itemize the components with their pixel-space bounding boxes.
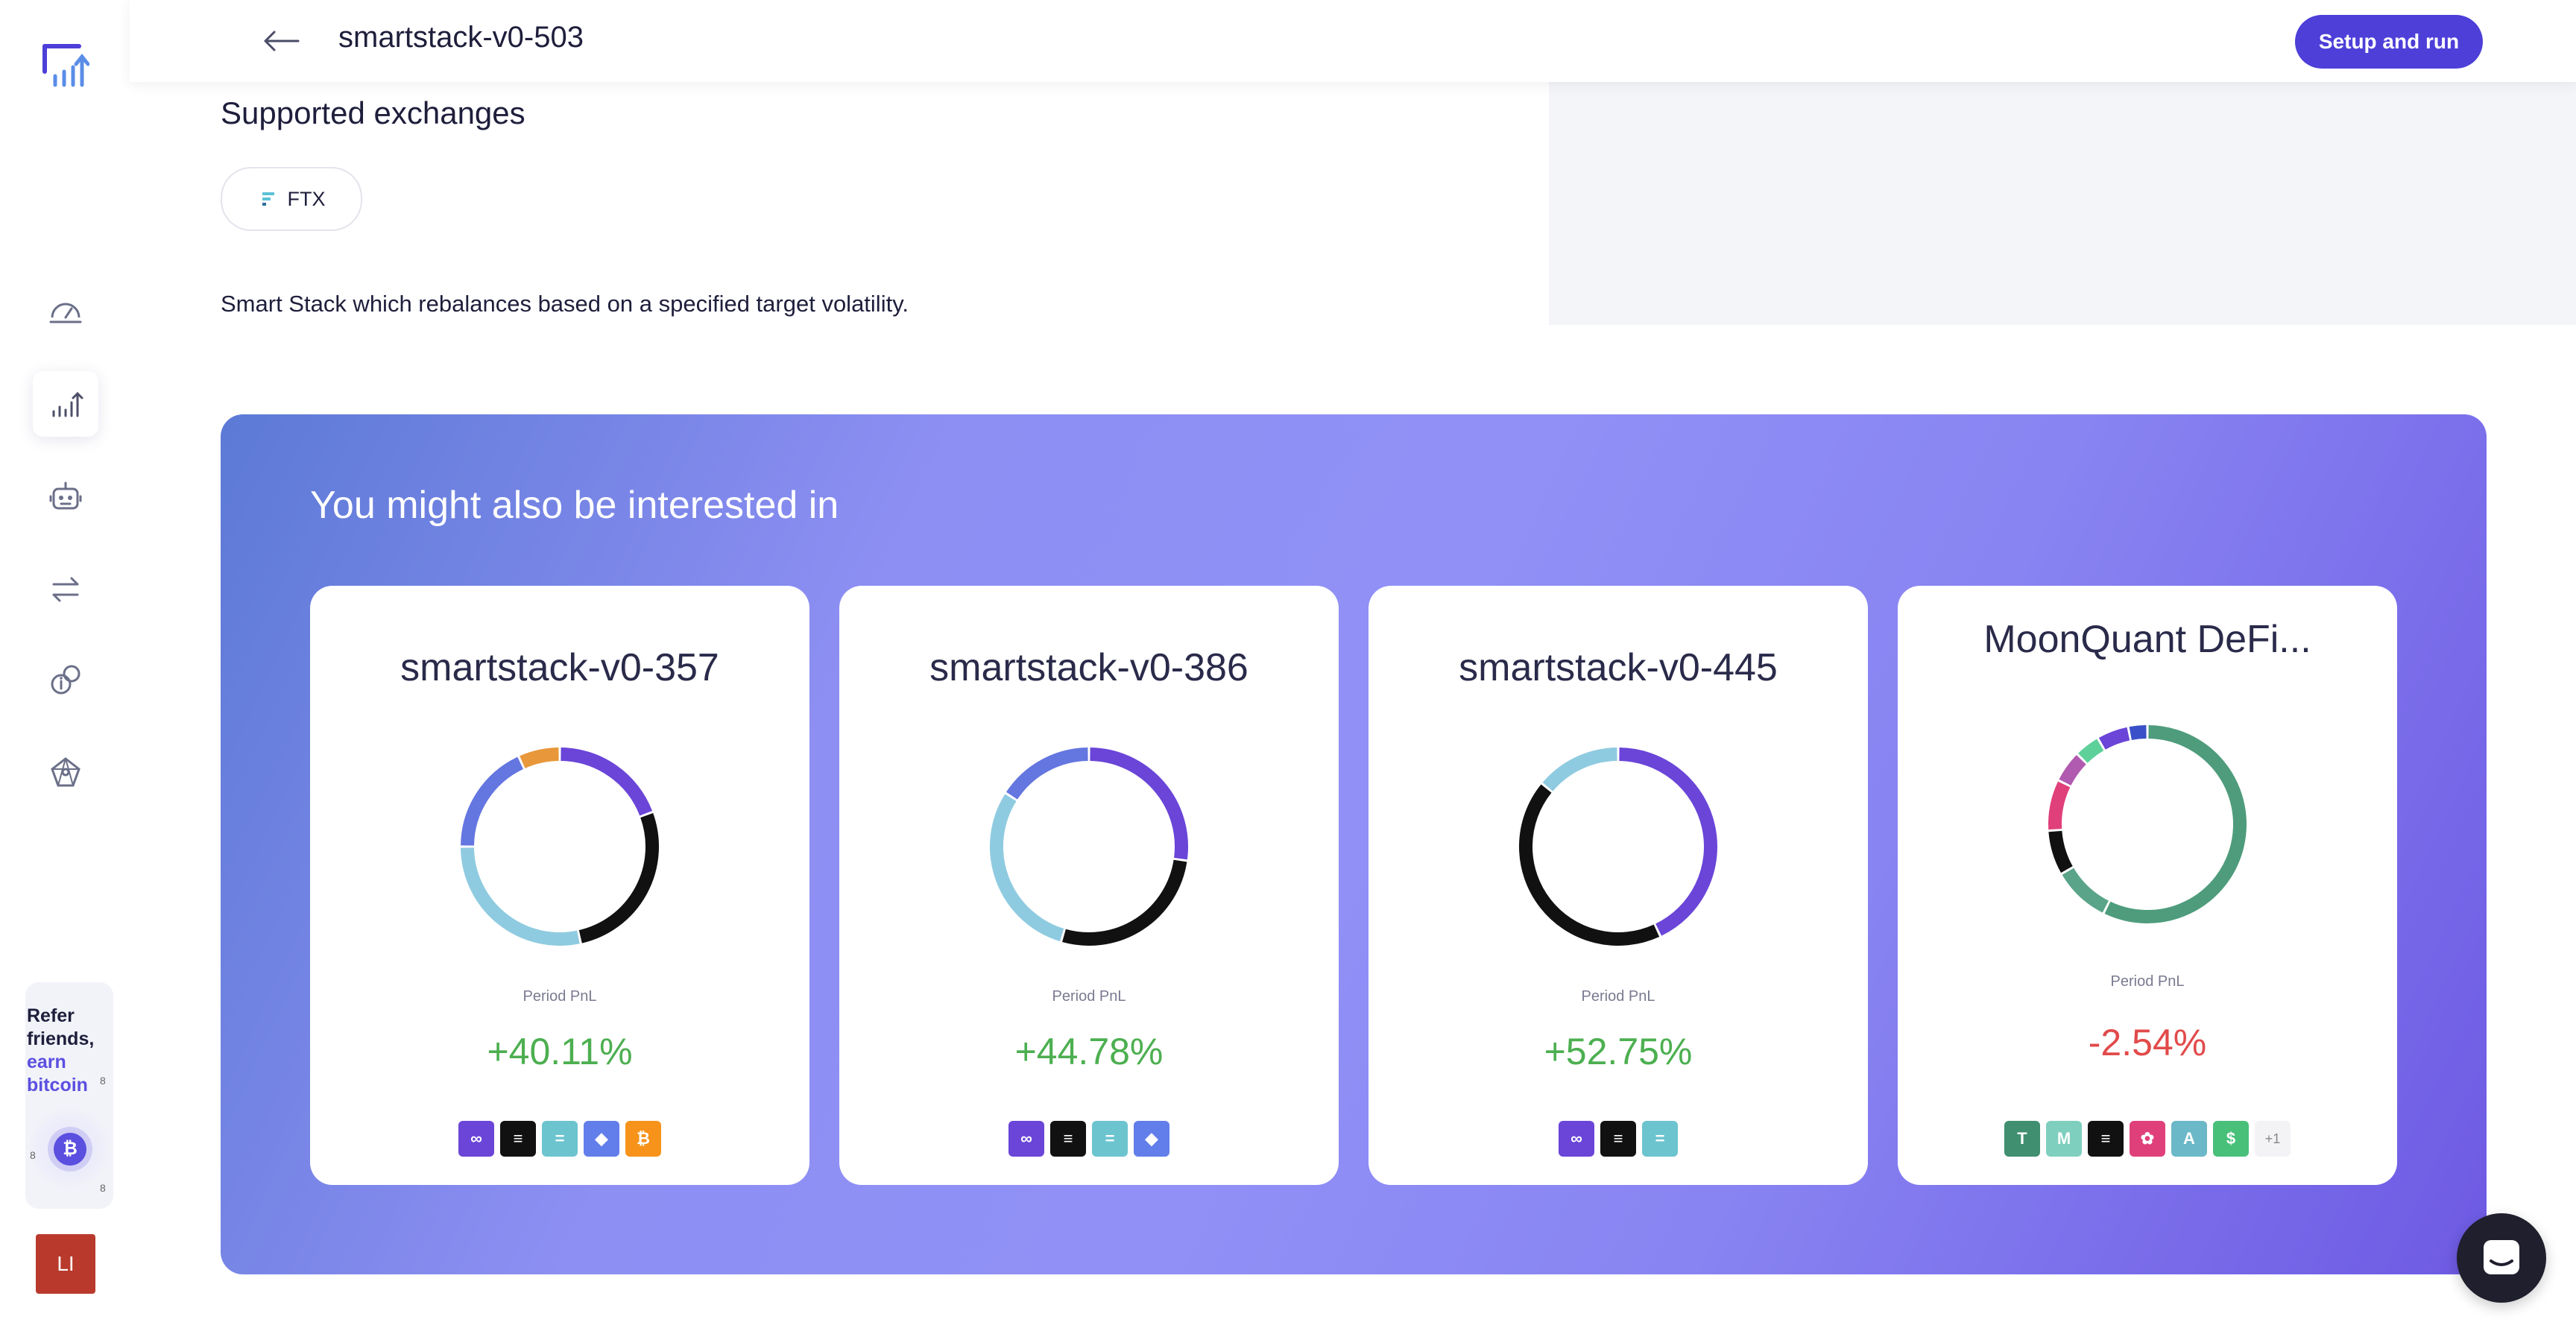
donut-segment xyxy=(561,747,653,816)
nav-bots[interactable] xyxy=(33,464,98,529)
strategy-card[interactable]: MoonQuant DeFi... Period PnL -2.54% T M ≡ ✿… xyxy=(1898,586,2397,1185)
orbit-dot: 8 xyxy=(100,1075,106,1087)
coin-icon: ∞ xyxy=(458,1121,494,1157)
allocation-donut xyxy=(990,747,1188,946)
strategy-card[interactable]: smartstack-v0-445 Period PnL +52.75% ∞ ≡ = xyxy=(1368,586,1868,1185)
exchange-label: FTX xyxy=(287,187,326,210)
nav-strategies[interactable] xyxy=(33,371,98,437)
pnl-value: +44.78% xyxy=(1014,1031,1164,1072)
donut-segment xyxy=(2048,781,2071,830)
more-coins-badge: +1 xyxy=(2255,1121,2291,1157)
allocation-donut xyxy=(1519,747,1717,946)
allocation-donut xyxy=(461,747,659,946)
coin-icon: $ xyxy=(2213,1121,2249,1157)
coin-icon: ∞ xyxy=(1559,1121,1594,1157)
coin-icons: T M ≡ ✿ A $ +1 xyxy=(1898,1121,2397,1157)
donut-segment xyxy=(1542,747,1617,791)
coin-icon: ✿ xyxy=(2130,1121,2165,1157)
pnl-label: Period PnL xyxy=(2110,973,2185,990)
coin-icon: ≡ xyxy=(2088,1121,2124,1157)
chart-logo-icon[interactable] xyxy=(42,42,89,89)
bot-icon xyxy=(49,481,82,510)
pnl-label: Period PnL xyxy=(1581,988,1655,1005)
refer-text: Refer friends, earn bitcoin xyxy=(27,1005,95,1096)
coin-icon: ≡ xyxy=(1600,1121,1636,1157)
donut-segment xyxy=(1090,747,1188,860)
coin-icon: M xyxy=(2046,1121,2082,1157)
chat-bubble-icon xyxy=(2484,1240,2519,1274)
nav-info[interactable] xyxy=(33,647,98,712)
nav-network[interactable] xyxy=(33,739,98,805)
ftx-icon xyxy=(262,192,274,206)
refer-friends-card[interactable]: Refer friends, earn bitcoin ₿ 8 8 8 xyxy=(25,982,113,1209)
coin-icon: T xyxy=(2004,1121,2040,1157)
orbit-dot: 8 xyxy=(100,1182,106,1194)
bitcoin-icon: ₿ xyxy=(54,1133,86,1166)
user-avatar[interactable]: LI xyxy=(36,1234,95,1294)
pnl-label: Period PnL xyxy=(1052,988,1126,1005)
coin-icon: A xyxy=(2171,1121,2207,1157)
coin-icon: = xyxy=(1092,1121,1128,1157)
coin-icon: ∞ xyxy=(1008,1121,1044,1157)
donut-segment xyxy=(2129,725,2147,740)
swap-arrows-icon xyxy=(52,577,79,602)
strategy-description: Smart Stack which rebalances based on a … xyxy=(221,291,909,317)
orbit-dot: 8 xyxy=(30,1149,36,1161)
pnl-value: -2.54% xyxy=(2088,1022,2207,1063)
donut-segment xyxy=(2062,867,2109,913)
coin-icon: ◆ xyxy=(1134,1121,1169,1157)
donut-segment xyxy=(461,847,580,946)
chart-panel xyxy=(1549,82,2576,325)
coin-icon: ≡ xyxy=(1050,1121,1086,1157)
top-bar: smartstack-v0-503 Setup and run xyxy=(130,0,2576,82)
supported-exchanges-title: Supported exchanges xyxy=(221,95,525,130)
card-title: MoonQuant DeFi... xyxy=(1983,618,2311,661)
donut-segment xyxy=(2104,725,2247,923)
related-title: You might also be interested in xyxy=(310,484,839,527)
donut-segment xyxy=(578,813,659,943)
coin-icons: ∞ ≡ = ◆ xyxy=(839,1121,1339,1157)
network-star-icon xyxy=(51,757,80,787)
pnl-value: +52.75% xyxy=(1544,1031,1693,1072)
coin-icon: = xyxy=(542,1121,578,1157)
bitcoin-orbit: ₿ xyxy=(28,1107,110,1189)
coin-icon: = xyxy=(1642,1121,1678,1157)
pnl-value: +40.11% xyxy=(487,1031,633,1072)
nav-trade[interactable] xyxy=(33,556,98,622)
setup-and-run-button[interactable]: Setup and run xyxy=(2295,15,2483,69)
donut-segment xyxy=(461,756,524,846)
sidebar: Refer friends, earn bitcoin ₿ 8 8 8 LI xyxy=(0,0,130,1334)
card-title: smartstack-v0-386 xyxy=(929,646,1248,689)
allocation-donut xyxy=(2048,725,2247,923)
card-title: smartstack-v0-357 xyxy=(400,646,719,689)
strategies-chart-icon xyxy=(52,391,83,417)
donut-segment xyxy=(990,794,1064,942)
donut-segment xyxy=(2098,727,2130,750)
strategy-card[interactable]: smartstack-v0-357 Period PnL +40.11% ∞ ≡ =… xyxy=(310,586,809,1185)
chat-launcher[interactable] xyxy=(2457,1213,2546,1303)
donut-segment xyxy=(1519,784,1660,946)
info-coin-icon xyxy=(51,665,80,695)
nav-dashboard[interactable] xyxy=(33,277,98,343)
donut-segment xyxy=(520,747,559,768)
coin-icon: ₿ xyxy=(625,1121,661,1157)
coin-icons: ∞ ≡ = xyxy=(1368,1121,1868,1157)
donut-segment xyxy=(2059,755,2086,786)
arrow-left-icon[interactable] xyxy=(261,22,303,60)
coin-icons: ∞ ≡ = ◆ ₿ xyxy=(310,1121,809,1157)
pnl-label: Period PnL xyxy=(523,988,597,1005)
related-strategies-section: You might also be interested in smartsta… xyxy=(221,414,2487,1274)
donut-segment xyxy=(1062,859,1187,946)
donut-segment xyxy=(2048,830,2073,873)
donut-segment xyxy=(1006,747,1088,800)
coin-icon: ≡ xyxy=(500,1121,536,1157)
page-title: smartstack-v0-503 xyxy=(338,21,584,54)
dashboard-gauge-icon xyxy=(49,303,82,323)
donut-segment xyxy=(2078,739,2104,763)
exchange-pill-ftx[interactable]: FTX xyxy=(221,167,362,231)
card-title: smartstack-v0-445 xyxy=(1459,646,1778,689)
coin-icon: ◆ xyxy=(584,1121,619,1157)
strategy-card[interactable]: smartstack-v0-386 Period PnL +44.78% ∞ ≡ =… xyxy=(839,586,1339,1185)
donut-segment xyxy=(1619,747,1717,936)
